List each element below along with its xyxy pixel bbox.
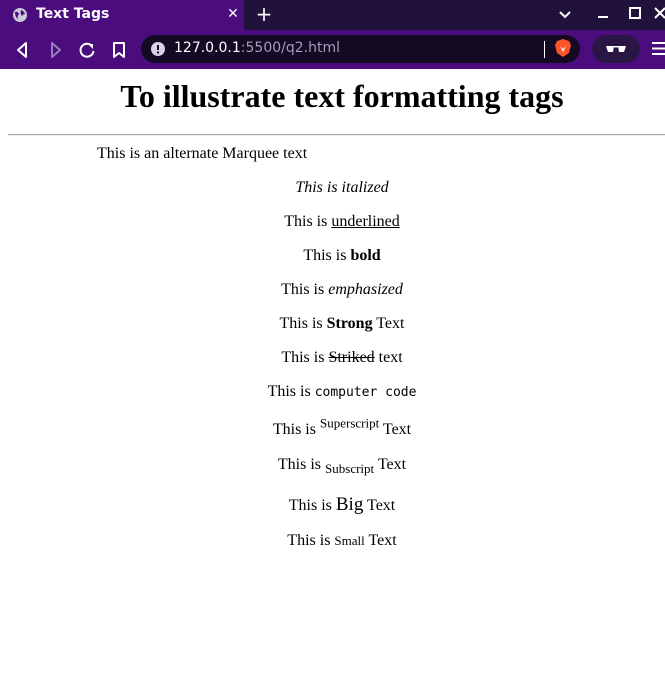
chevron-down-icon[interactable] xyxy=(556,5,574,23)
underline-prefix: This is xyxy=(284,213,332,230)
strike-text: Striked xyxy=(328,349,375,366)
small-prefix: This is xyxy=(287,532,335,549)
new-tab-button[interactable]: + xyxy=(254,4,274,24)
big-prefix: This is xyxy=(288,497,336,514)
url-host: 127.0.0.1 xyxy=(174,40,241,56)
menu-icon[interactable] xyxy=(652,41,665,56)
tab-close-icon[interactable]: ✕ xyxy=(224,5,242,23)
brave-shields-icon[interactable] xyxy=(554,38,572,58)
big-line: This is Big Text xyxy=(0,494,665,515)
big-text: Big xyxy=(335,494,364,515)
page-title: To illustrate text formatting tags xyxy=(120,78,564,114)
back-icon[interactable] xyxy=(13,40,33,60)
minimize-icon[interactable] xyxy=(594,5,612,23)
bold-text: bold xyxy=(350,247,381,264)
superscript-line: This is Superscript Text xyxy=(0,417,665,439)
browser-tab-active[interactable]: Text Tags ✕ xyxy=(0,0,244,30)
strike-suffix: text xyxy=(374,349,403,366)
small-line: This is Small Text xyxy=(0,532,665,550)
url-path: :5500/q2.html xyxy=(240,40,340,56)
superscript-suffix: Text xyxy=(379,421,412,438)
marquee-text: This is an alternate Marquee text xyxy=(97,145,308,162)
emphasis-text: emphasized xyxy=(328,281,403,298)
subscript-prefix: This is xyxy=(277,456,326,473)
bold-prefix: This is xyxy=(303,247,351,264)
tab-title: Text Tags xyxy=(36,6,110,22)
small-text: Small xyxy=(334,533,365,548)
subscript-line: This is Subscript Text xyxy=(0,456,665,477)
underline-line: This is underlined xyxy=(0,213,665,231)
strong-text: Strong xyxy=(326,315,373,332)
code-prefix: This is xyxy=(267,383,315,400)
address-separator xyxy=(544,41,545,58)
maximize-icon[interactable] xyxy=(626,5,644,23)
close-window-icon[interactable] xyxy=(652,5,665,23)
sunglasses-icon[interactable] xyxy=(605,44,627,54)
reload-icon[interactable] xyxy=(77,40,97,60)
address-text[interactable]: 127.0.0.1:5500/q2.html xyxy=(174,40,340,56)
strong-line: This is Strong Text xyxy=(0,315,665,333)
subscript-text: Subscript xyxy=(325,461,375,477)
bold-line: This is bold xyxy=(0,247,665,265)
info-icon[interactable] xyxy=(150,41,166,57)
code-text: computer code xyxy=(314,385,417,400)
bookmark-icon[interactable] xyxy=(109,40,129,60)
big-suffix: Text xyxy=(363,497,396,514)
italic-line: This is italized xyxy=(0,179,665,197)
underline-text: underlined xyxy=(331,213,400,230)
superscript-text: Superscript xyxy=(319,415,380,431)
horizontal-rule xyxy=(8,134,665,136)
strike-line: This is Striked text xyxy=(0,349,665,367)
code-line: This is computer code xyxy=(0,383,665,402)
strong-prefix: This is xyxy=(279,315,327,332)
italic-text: This is italized xyxy=(295,179,389,196)
forward-icon[interactable] xyxy=(45,40,65,60)
emphasis-line: This is emphasized xyxy=(0,281,665,299)
strike-prefix: This is xyxy=(281,349,329,366)
strong-suffix: Text xyxy=(372,315,405,332)
small-suffix: Text xyxy=(364,532,397,549)
emphasis-prefix: This is xyxy=(281,281,329,298)
globe-icon xyxy=(13,8,27,22)
superscript-prefix: This is xyxy=(272,421,320,438)
subscript-suffix: Text xyxy=(374,456,407,473)
